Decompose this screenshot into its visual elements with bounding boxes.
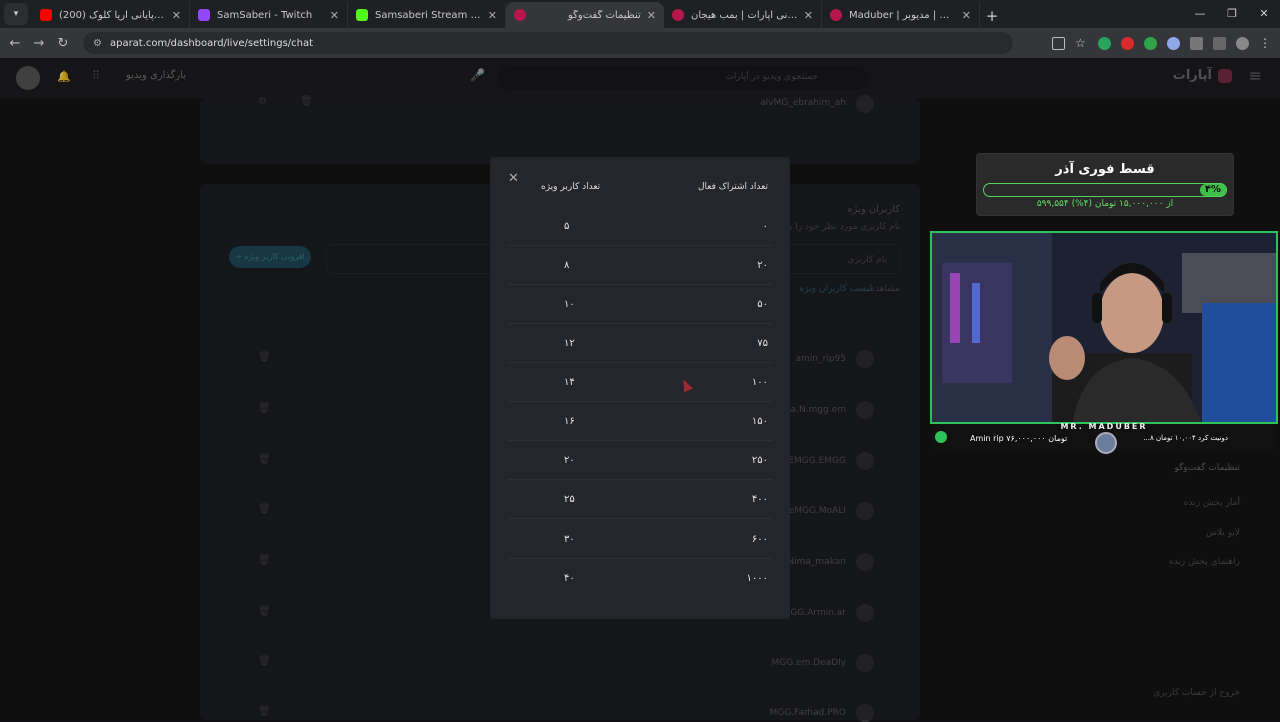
table-row: ۱۰۰ ۱۴ [508,363,772,402]
back-icon[interactable]: ← [3,36,27,51]
table-row: ۴۰۰ ۲۵ [508,480,772,519]
site-info-icon[interactable]: ⚙ [93,38,102,49]
top-donor: Amin rip ۷۶,۰۰۰,۰۰۰ تومان [970,434,1068,443]
aparat-icon [514,9,526,21]
active-subs-value: ۱۰۰۰ [746,573,768,584]
close-tab-icon[interactable]: ✕ [488,9,497,22]
donation-percent: ۴% [1199,184,1226,196]
stream-name-ribbon: MR. MADUBER Amin rip ۷۶,۰۰۰,۰۰۰ تومان ..… [930,422,1278,454]
table-row: ۶۰۰ ۳۰ [508,520,772,559]
close-icon[interactable]: ✕ [508,171,519,186]
extension-icon[interactable] [1098,36,1111,50]
active-subs-value: ۵۰ [757,299,768,310]
donation-title: قسط فوری آذر [1055,162,1155,177]
tab-title: (200) صحبت های پایانی آریا کلوک [59,9,166,21]
table-row: ۰ ۵ [508,207,772,246]
browser-tab-active[interactable]: تنظیمات گفت‌وگو ✕ [506,2,664,28]
webcam-image [932,233,1276,422]
extensions-area: ☆ ⋮ [1052,28,1272,58]
browser-tab[interactable]: (200) صحبت های پایانی آریا کلوک ✕ [32,2,190,28]
special-users-value: ۱۶ [564,416,575,427]
close-window-icon[interactable]: ✕ [1248,0,1280,28]
donation-progress-bar: ۴% [983,183,1227,197]
twitch-icon [198,9,210,21]
new-tab-button[interactable]: + [980,4,1004,28]
donation-amount-text: ۵۹۹,۵۵۴ از ۱۵,۰۰۰,۰۰۰ تومان (۴%) [1036,199,1174,209]
extension-icon[interactable] [1144,36,1157,50]
active-subs-value: ۴۰۰ [751,494,768,505]
close-tab-icon[interactable]: ✕ [647,9,656,22]
special-users-value: ۳۰ [564,534,575,545]
aparat-icon [830,9,842,21]
browser-tab-strip: ▾ (200) صحبت های پایانی آریا کلوک ✕ SamS… [0,0,1280,28]
special-users-value: ۴۰ [564,573,575,584]
address-toolbar: ← → ↻ ⚙ aparat.com/dashboard/live/settin… [0,28,1280,58]
special-users-value: ۸ [564,260,570,271]
profile-avatar-icon[interactable] [1236,36,1249,50]
tab-title: Samsaberi Stream - Watch Live [375,9,482,21]
active-subs-value: ۲۰ [757,260,768,271]
close-tab-icon[interactable]: ✕ [172,9,181,22]
window-controls: — ❐ ✕ [1184,0,1280,28]
extension-icon[interactable] [1167,36,1180,50]
donation-goal-widget: قسط فوری آذر ۴% ۵۹۹,۵۵۴ از ۱۵,۰۰۰,۰۰۰ تو… [976,153,1234,216]
bookmark-star-icon[interactable]: ☆ [1075,36,1088,50]
special-users-value: ۲۵ [564,494,575,505]
active-subs-value: ۶۰۰ [751,534,768,545]
special-users-value: ۲۰ [564,455,575,466]
menu-dots-icon[interactable]: ⋮ [1259,36,1272,50]
column-header-active-subscriptions: تعداد اشتراک فعال [697,182,768,192]
minimize-icon[interactable]: — [1184,0,1216,28]
restore-icon[interactable]: ❐ [1216,0,1248,28]
extension-icon[interactable] [1121,36,1134,50]
active-subs-value: ۱۵۰ [751,416,768,427]
tab-title: SamSaberi - Twitch [217,9,313,21]
tab-title: تنظیمات گفت‌وگو [567,9,641,21]
active-subs-value: ۷۵ [757,338,768,349]
puzzle-extensions-icon[interactable] [1190,36,1203,50]
tab-title: Maduber | آپارات | مدیوبر [849,9,956,21]
webcam-feed [930,231,1278,424]
table-row: ۱۰۰۰ ۴۰ [508,559,772,598]
browser-tab[interactable]: Maduber | آپارات | مدیوبر ✕ [822,2,980,28]
forward-icon[interactable]: → [27,36,51,51]
youtube-icon [40,9,52,21]
table-row: ۱۵۰ ۱۶ [508,402,772,441]
active-subs-value: ۲۵۰ [751,455,768,466]
url-text: aparat.com/dashboard/live/settings/chat [109,37,314,49]
install-app-icon[interactable] [1052,36,1065,50]
aparat-icon [672,9,684,21]
special-users-value: ۵ [564,221,570,232]
table-row: ۷۵ ۱۲ [508,324,772,363]
table-row: ۵۰ ۱۰ [508,285,772,324]
browser-tab[interactable]: SamSaberi - Twitch ✕ [190,2,348,28]
reading-list-icon[interactable] [1213,36,1226,50]
close-tab-icon[interactable]: ✕ [804,9,813,22]
close-tab-icon[interactable]: ✕ [330,9,339,22]
special-users-value: ۱۲ [564,338,575,349]
tab-title: مرکز پشتیبانی آپارات | بمب هیجان [691,9,798,21]
column-header-special-users: تعداد کاربر ویژه [541,182,601,192]
active-subs-value: ۰ [762,221,768,232]
table-row: ۲۰ ۸ [508,246,772,285]
special-users-value: ۱۴ [564,377,575,388]
close-tab-icon[interactable]: ✕ [962,9,971,22]
special-users-value: ۱۰ [564,299,575,310]
browser-tab[interactable]: Samsaberi Stream - Watch Live ✕ [348,2,506,28]
reload-icon[interactable]: ↻ [51,36,75,51]
browser-tab[interactable]: مرکز پشتیبانی آپارات | بمب هیجان ✕ [664,2,822,28]
active-subs-value: ۱۰۰ [751,377,768,388]
status-icon [935,431,947,443]
table-row: ۲۵۰ ۲۰ [508,441,772,480]
tab-search-button[interactable]: ▾ [4,3,28,25]
last-donation-event: ...۸ دونیت کرد ۱۰,۰۰۴ تومان [1143,434,1228,442]
streamer-avatar-badge [1095,432,1117,454]
kick-icon [356,9,368,21]
streamer-name: MR. MADUBER [1060,422,1148,431]
special-users-tiers-modal: ✕ تعداد کاربر ویژه تعداد اشتراک فعال ۰ ۵… [490,157,790,619]
url-bar[interactable]: ⚙ aparat.com/dashboard/live/settings/cha… [83,32,1013,54]
